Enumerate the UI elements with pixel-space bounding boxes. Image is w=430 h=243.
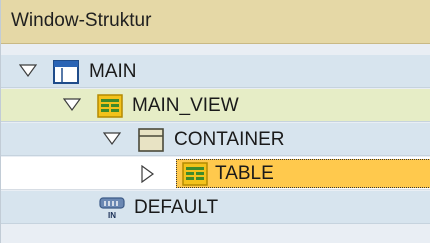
panel-title: Window-Struktur: [11, 10, 152, 31]
tree-node-label: MAIN_VIEW: [132, 95, 239, 116]
tree-node-table[interactable]: TABLE: [1, 157, 430, 190]
tree-node-main-view[interactable]: MAIN_VIEW: [1, 89, 430, 122]
tree-node-container[interactable]: CONTAINER: [1, 123, 430, 156]
expand-arrow-icon[interactable]: [141, 165, 155, 183]
collapse-arrow-icon[interactable]: [63, 98, 81, 112]
tree-node-label: DEFAULT: [134, 197, 219, 218]
window-icon: [53, 60, 79, 84]
tree-node-main[interactable]: MAIN: [1, 55, 430, 88]
view-icon: [97, 94, 123, 118]
collapse-arrow-icon[interactable]: [19, 64, 37, 78]
tree-node-label: MAIN: [89, 61, 137, 82]
tree-node-label: TABLE: [215, 163, 274, 184]
tree-node-label: CONTAINER: [174, 129, 285, 150]
window-structure-tree: Window-Struktur MAIN MAIN_VIEW CONTAINER…: [0, 0, 430, 243]
table-icon: [182, 162, 208, 186]
inbound-plug-icon: IN: [99, 197, 125, 220]
panel-header: Window-Struktur: [1, 0, 430, 44]
container-icon: [138, 128, 164, 152]
collapse-arrow-icon[interactable]: [103, 132, 121, 146]
tree-node-default[interactable]: IN DEFAULT: [1, 191, 430, 224]
svg-text:IN: IN: [108, 211, 116, 220]
